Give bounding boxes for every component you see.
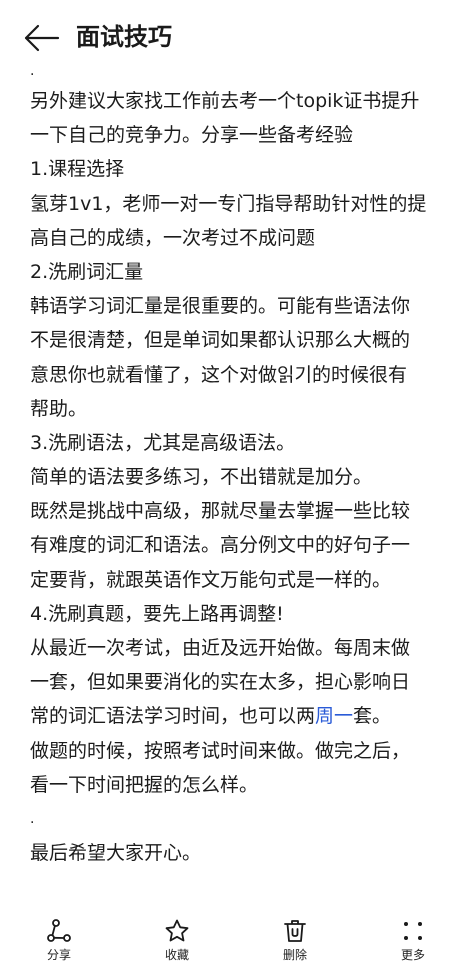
- page-title: 面试技巧: [76, 23, 172, 51]
- note-body[interactable]: . 另外建议大家找工作前去考一个topik证书提升 一下自己的竞争力。分享一些备…: [30, 62, 450, 870]
- delete-label: 删除: [282, 948, 307, 962]
- back-arrow-icon: [24, 24, 60, 52]
- text-line: 看一下时间把握的怎么样。: [30, 773, 259, 796]
- text-line: 4.洗刷真题，要先上路再调整!: [30, 602, 284, 625]
- favorite-label: 收藏: [164, 948, 189, 962]
- text-line: 一套，但如果要消化的实在太多，担心影响日: [30, 671, 411, 694]
- text-line: 从最近一次考试，由近及远开始做。每周末做: [30, 637, 411, 659]
- date-link[interactable]: 周一: [315, 705, 353, 727]
- more-label: 更多: [400, 948, 425, 962]
- star-icon: [165, 919, 189, 942]
- text-line: 1.课程选择: [30, 158, 125, 181]
- text-line: 既然是挑战中高级，那就尽量去掌握一些比较: [30, 500, 411, 523]
- share-label: 分享: [46, 948, 71, 962]
- text-line: 3.洗刷语法，尤其是高级语法。: [30, 431, 296, 454]
- bottom-toolbar: 分享 收藏 删除 更多: [0, 900, 472, 974]
- text-line: 有难度的词汇和语法。高分例文中的好句子一: [30, 534, 411, 557]
- back-button[interactable]: [22, 20, 62, 56]
- text-line: 氢芽1v1，老师一对一专门指导帮助针对性的提: [30, 192, 427, 215]
- text-line: 2.洗刷词汇量: [30, 260, 144, 283]
- text-line: 帮助。: [30, 397, 88, 420]
- text-line: 一下自己的竞争力。分享一些备考经验: [30, 124, 354, 147]
- top-dot: .: [30, 63, 35, 79]
- text-line: 简单的语法要多练习，不出错就是加分。: [30, 466, 373, 489]
- share-button[interactable]: 分享: [19, 918, 99, 962]
- more-dots-icon: [404, 922, 422, 940]
- dot-line: .: [30, 810, 35, 827]
- delete-button[interactable]: 删除: [255, 918, 335, 962]
- text-line-with-link: 常的词汇语法学习时间，也可以两周一套。: [30, 699, 450, 733]
- text-line: 另外建议大家找工作前去考一个topik证书提升: [30, 90, 420, 112]
- text-line: 韩语学习词汇量是很重要的。可能有些语法你: [30, 295, 411, 318]
- share-icon: [47, 919, 71, 942]
- closing-line: 最后希望大家开心。: [30, 842, 202, 865]
- text-line: 做题的时候，按照考试时间来做。做完之后，: [30, 739, 411, 762]
- text-line: 意思你也就看懂了，这个对做읽기的时候很有: [30, 363, 407, 386]
- trash-icon: [284, 920, 306, 942]
- text-line: 定要背，就跟英语作文万能句式是一样的。: [30, 568, 392, 591]
- favorite-button[interactable]: 收藏: [137, 918, 217, 962]
- text-line: 高自己的成绩，一次考过不成问题: [30, 226, 316, 249]
- more-button[interactable]: 更多: [373, 918, 453, 962]
- link-line-after: 套。: [353, 705, 392, 728]
- text-line: 不是很清楚，但是单词如果都认识那么大概的: [30, 329, 411, 352]
- link-line-before: 常的词汇语法学习时间，也可以两: [30, 705, 316, 728]
